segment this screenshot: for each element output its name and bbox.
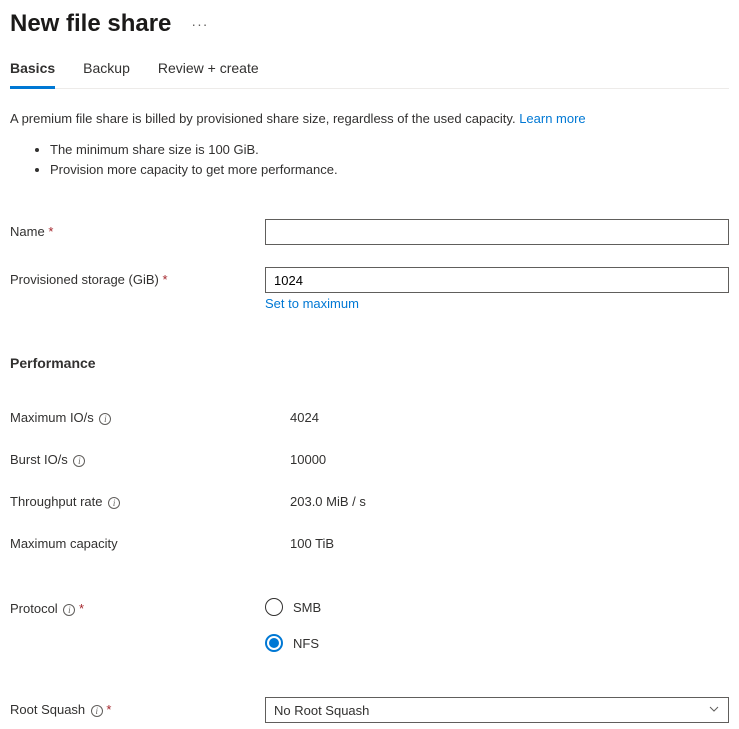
- storage-label: Provisioned storage (GiB) *: [10, 267, 265, 287]
- bullet-item: Provision more capacity to get more perf…: [50, 160, 729, 180]
- root-squash-select[interactable]: No Root Squash: [265, 697, 729, 723]
- tab-review-create[interactable]: Review + create: [158, 60, 259, 89]
- throughput-label: Throughput rate i: [10, 489, 290, 509]
- tab-basics[interactable]: Basics: [10, 60, 55, 89]
- intro-text: A premium file share is billed by provis…: [10, 111, 729, 126]
- bullet-item: The minimum share size is 100 GiB.: [50, 140, 729, 160]
- page-title: New file share: [10, 10, 171, 38]
- radio-icon: [265, 598, 283, 616]
- protocol-radio-smb[interactable]: SMB: [265, 598, 729, 616]
- info-icon[interactable]: i: [63, 604, 75, 616]
- root-squash-label: Root Squash i *: [10, 697, 265, 717]
- throughput-value: 203.0 MiB / s: [290, 489, 366, 509]
- max-capacity-label: Maximum capacity: [10, 531, 290, 551]
- max-ios-label: Maximum IO/s i: [10, 405, 290, 425]
- more-actions-icon[interactable]: ···: [191, 16, 208, 32]
- set-to-maximum-link[interactable]: Set to maximum: [265, 296, 359, 311]
- intro-bullets: The minimum share size is 100 GiB. Provi…: [10, 140, 729, 179]
- chevron-down-icon: [708, 703, 720, 718]
- burst-ios-value: 10000: [290, 447, 326, 467]
- name-label: Name *: [10, 219, 265, 239]
- radio-icon: [265, 634, 283, 652]
- info-icon[interactable]: i: [73, 455, 85, 467]
- storage-input[interactable]: [265, 267, 729, 293]
- tab-bar: Basics Backup Review + create: [10, 60, 729, 89]
- burst-ios-label: Burst IO/s i: [10, 447, 290, 467]
- protocol-radio-nfs[interactable]: NFS: [265, 634, 729, 652]
- info-icon[interactable]: i: [91, 705, 103, 717]
- info-icon[interactable]: i: [108, 497, 120, 509]
- root-squash-value: No Root Squash: [274, 703, 369, 718]
- performance-header: Performance: [10, 355, 729, 371]
- info-icon[interactable]: i: [99, 413, 111, 425]
- name-input[interactable]: [265, 219, 729, 245]
- max-ios-value: 4024: [290, 405, 319, 425]
- protocol-label: Protocol i *: [10, 596, 265, 616]
- tab-backup[interactable]: Backup: [83, 60, 130, 89]
- max-capacity-value: 100 TiB: [290, 531, 334, 551]
- learn-more-link[interactable]: Learn more: [519, 111, 585, 126]
